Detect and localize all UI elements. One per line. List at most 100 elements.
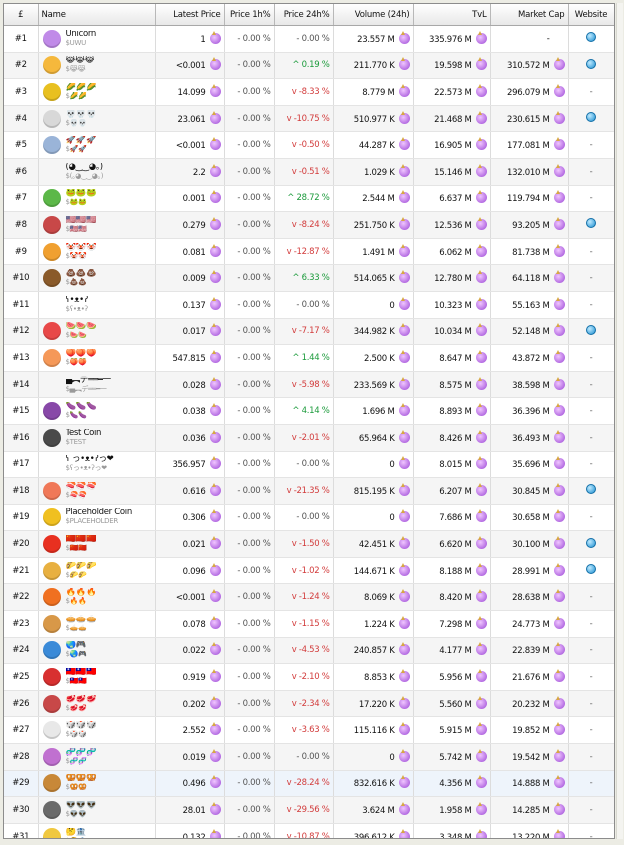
volume-value: 211.770 K (353, 61, 395, 72)
table-row[interactable]: #31🤔🏦$🤔🏦0.132- 0.00 %v -10.87 %396.612 K… (4, 823, 614, 838)
website-cell[interactable]: - (568, 78, 614, 106)
website-cell[interactable]: - (568, 451, 614, 479)
globe-icon[interactable] (586, 564, 596, 575)
website-cell[interactable]: - (568, 131, 614, 159)
unicorn-icon (553, 190, 565, 204)
website-cell[interactable]: - (568, 770, 614, 798)
col-header-website[interactable]: Website (568, 4, 614, 26)
col-header-price-24h[interactable]: Price 24h% (274, 4, 334, 26)
table-row[interactable]: #13 🍑🍑🍑 $🍑🍑 547.815- 0.00 % ^ 1.44 % 2.500 K8… (4, 344, 614, 372)
table-row[interactable]: #28 🧬🧬🧬 $🧬🧬 0.019- 0.00 % - 0.00 % 0 5.742 M 19… (4, 743, 614, 771)
table-row[interactable]: #3 🌽🌽🌽 $🌽🌽 14.099- 0.00 % v -8.33 % 8.779 M 22… (4, 78, 614, 106)
website-cell[interactable] (568, 557, 614, 585)
table-row[interactable]: #20 🇨🇳🇨🇳🇨🇳 $🇨🇳🇨🇳 0.021- 0.00 % v -1.50 % 42.4… (4, 530, 614, 558)
website-cell[interactable]: - (568, 291, 614, 319)
table-row[interactable]: #21 🌮🌮🌮 $🌮🌮 0.096- 0.00 % v -1.02 % 144.671 K… (4, 557, 614, 585)
website-cell[interactable]: - (568, 238, 614, 266)
website-cell[interactable] (568, 477, 614, 505)
unicorn-icon (475, 775, 487, 789)
table-row[interactable]: #23 🥧🥧🥧 $🥧🥧 0.078- 0.00 % v -1.15 % 1.224 K 7.… (4, 610, 614, 638)
table-row[interactable]: #26 🥩🥩🥩 $🥩🥩 0.202- 0.00 % v -2.34 % 17.220 K5… (4, 690, 614, 718)
table-row[interactable]: #29 🥨🥨🥨 $🥨🥨 0.496- 0.00 % v -28.24 % 832.616 … (4, 770, 614, 798)
col-header-volume[interactable]: Volume (24h) (333, 4, 414, 26)
table-row[interactable]: #4 💀💀💀 $💀💀 23.061- 0.00 % v -10.75 % 510.977 … (4, 105, 614, 133)
website-cell[interactable]: - (568, 185, 614, 213)
col-header-latest-price[interactable]: Latest Price (155, 4, 225, 26)
table-row[interactable]: #7 🐸🐸🐸 $🐸🐸 0.001- 0.00 % ^ 28.72 % 2.544 M 6.6… (4, 185, 614, 213)
price-24h-cell: v -1.02 % (274, 557, 334, 585)
website-cell[interactable]: - (568, 344, 614, 372)
website-cell[interactable]: - (568, 158, 614, 186)
globe-icon[interactable] (586, 58, 596, 69)
col-header-rank[interactable]: £ (4, 4, 39, 26)
table-row[interactable]: #10 💩💩💩 $💩💩 0.009- 0.00 % ^ 6.33 % 514.065 K1… (4, 264, 614, 292)
col-header-tvl[interactable]: TvL (413, 4, 491, 26)
tvl-value: 8.188 M (439, 566, 472, 577)
volume-cell: 0 (333, 504, 414, 532)
coin-name: 🍑🍑🍑 (65, 348, 97, 358)
website-cell[interactable]: - (568, 716, 614, 745)
website-cell[interactable]: - (568, 424, 614, 452)
website-cell[interactable]: - (568, 371, 614, 399)
table-row[interactable]: #5 🚀🚀🚀 $🚀🚀 <0.001- 0.00 % v -0.50 % 44.287 K1… (4, 131, 614, 159)
unicorn-icon (553, 349, 565, 363)
col-header-market-cap[interactable]: Market Cap (490, 4, 569, 26)
website-cell[interactable]: - (568, 504, 614, 532)
unicorn-icon (209, 589, 221, 603)
table-row[interactable]: #17 ʕ っ•ᴥ•ʔっ❤ $ʕっ•ᴥ•ʔっ❤ 356.957- 0.00 % - 0.… (4, 451, 614, 479)
website-empty: - (589, 273, 593, 284)
rank-cell: #4 (4, 105, 39, 133)
website-cell[interactable] (568, 105, 614, 133)
table-row[interactable]: #16 Test Coin $TEST 0.036- 0.00 % v -2.01 % 6… (4, 424, 614, 452)
unicorn-icon (209, 562, 221, 576)
globe-icon[interactable] (586, 218, 596, 229)
coin-logo-icon (42, 402, 61, 421)
table-row[interactable]: #22 🔥🔥🔥 $🔥🔥 <0.001- 0.00 % v -1.24 % 8.069 K8… (4, 583, 614, 612)
globe-icon[interactable] (586, 112, 596, 123)
website-cell[interactable]: - (568, 690, 614, 718)
table-row[interactable]: #11 ʕ•ᴥ•ʔ $ʕ•ᴥ•ʔ 0.137- 0.00 % - 0.00 % 0 10.3… (4, 291, 614, 319)
website-cell[interactable]: - (568, 397, 614, 425)
col-header-name[interactable]: Name (38, 4, 156, 26)
table-row[interactable]: #8 🇺🇸🇺🇸🇺🇸 $🇺🇸🇺🇸 0.279- 0.00 % v -8.24 % 251.7… (4, 211, 614, 239)
website-cell[interactable]: - (568, 796, 614, 824)
website-cell[interactable]: - (568, 823, 614, 838)
table-row[interactable]: #24 🌏🎮 $🌏🎮 0.022- 0.00 % v -4.53 % 240.857 K4… (4, 637, 614, 665)
table-row[interactable]: #12 🍉🍉🍉 $🍉🍉 0.017- 0.00 % v -7.17 % 344.982 K… (4, 318, 614, 346)
volume-cell: 144.671 K (333, 557, 414, 585)
unicorn-icon (553, 642, 565, 656)
table-row[interactable]: #30 👽👽👽 $👽👽 28.01- 0.00 % v -29.56 % 3.624 M1… (4, 796, 614, 824)
website-cell[interactable]: - (568, 610, 614, 638)
table-row[interactable]: #25 🇹🇼🇹🇼🇹🇼 $🇹🇼🇹🇼 0.919- 0.00 % v -2.10 % 8.85… (4, 663, 614, 691)
website-cell[interactable]: - (568, 264, 614, 292)
website-cell[interactable]: - (568, 637, 614, 665)
website-cell[interactable]: - (568, 583, 614, 612)
table-row[interactable]: #27 🎲🎲🎲 $🎲🎲 2.552- 0.00 % v -3.63 % 115.116 K… (4, 716, 614, 745)
globe-icon[interactable] (586, 32, 596, 43)
globe-icon[interactable] (586, 484, 596, 495)
globe-icon[interactable] (586, 537, 596, 548)
table-row[interactable]: #1 Unicorn $UWU 1- 0.00 % - 0.00 % 23.557 M 33… (4, 25, 614, 53)
col-header-price-1h[interactable]: Price 1h% (224, 4, 275, 26)
globe-icon[interactable] (586, 324, 596, 335)
website-cell[interactable]: - (568, 743, 614, 771)
table-row[interactable]: #19 Placeholder Coin $PLACEHOLDER 0.306- 0.… (4, 504, 614, 532)
website-cell[interactable] (568, 211, 614, 239)
table-row[interactable]: #6 (◕‿‿◕｡) $(｡◕‿‿◕｡) 2.2- 0.00 % v -0.51 % 1.… (4, 158, 614, 186)
unicorn-icon (398, 243, 410, 257)
website-cell[interactable] (568, 52, 614, 80)
coin-logo-icon (42, 561, 61, 580)
website-cell[interactable]: - (568, 663, 614, 691)
vertical-scrollbar[interactable] (616, 3, 623, 839)
table-row[interactable]: #14 ▄︻デ══━一 $▄︻デ══━一 0.028- 0.00 % v -5.98 %… (4, 371, 614, 399)
table-row[interactable]: #9 🤡🤡🤡 $🤡🤡 0.081- 0.00 % v -12.87 % 1.491 M 6.… (4, 238, 614, 266)
website-cell[interactable] (568, 530, 614, 558)
website-cell[interactable] (568, 25, 614, 53)
price-24h-cell: v -28.24 % (274, 770, 334, 798)
table-row[interactable]: #18 🍣🍣🍣 $🍣🍣 0.616- 0.00 % v -21.35 % 815.195 … (4, 477, 614, 505)
price-24h-cell: - 0.00 % (274, 451, 334, 479)
table-row[interactable]: #2 😹😹😹 $😹😹 <0.001- 0.00 % ^ 0.19 % 211.770 K1… (4, 52, 614, 80)
coin-name: 🌏🎮 (65, 641, 87, 651)
website-cell[interactable] (568, 318, 614, 346)
table-row[interactable]: #15 🍆🍆🍆 $🍆🍆 0.038- 0.00 % ^ 4.14 % 1.696 M 8.8… (4, 397, 614, 425)
